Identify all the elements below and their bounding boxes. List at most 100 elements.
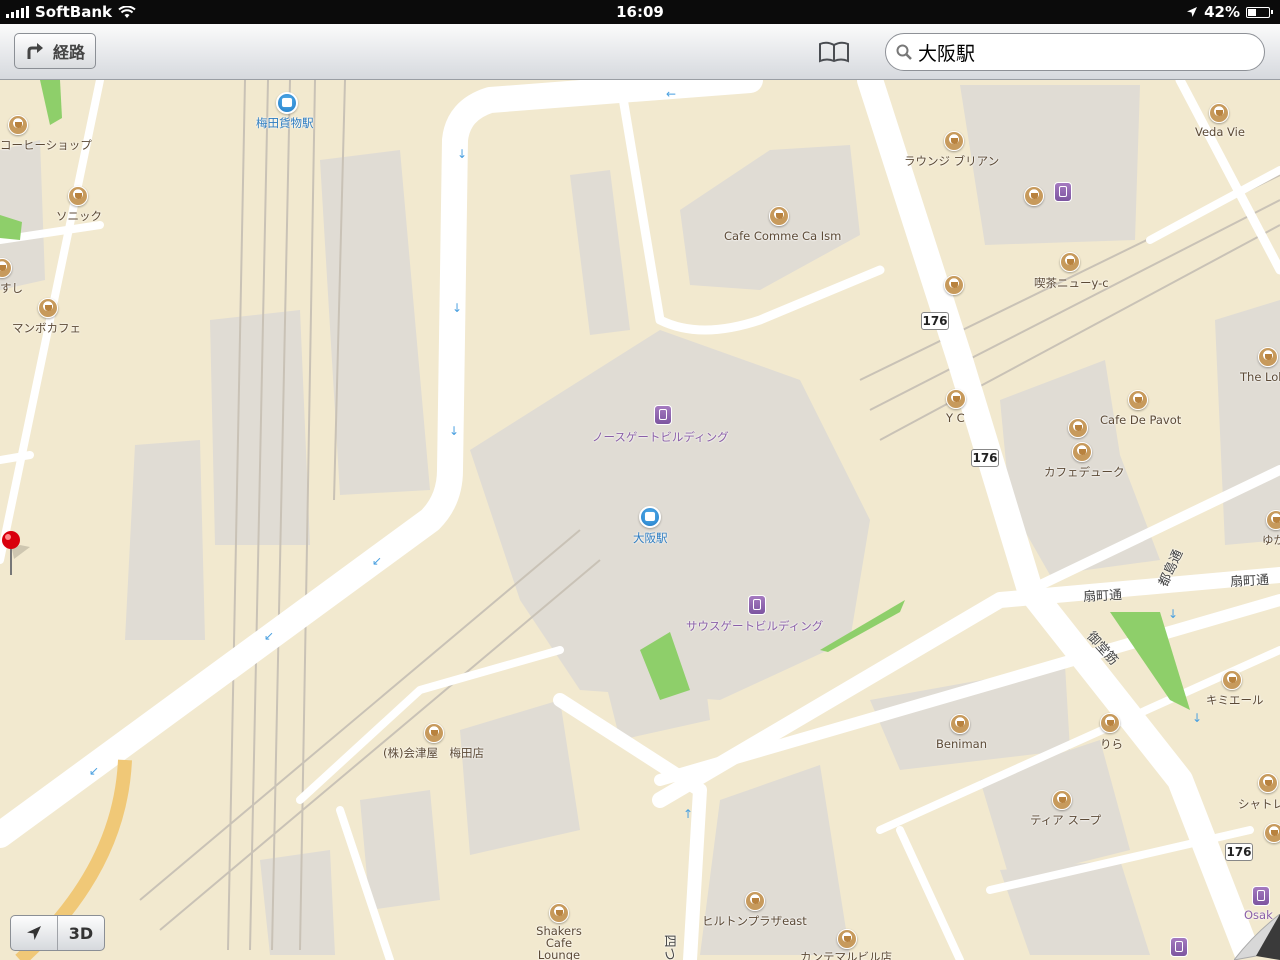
poi-label: キミエール [1206, 693, 1264, 707]
map-controls: 3D [10, 915, 105, 951]
wifi-icon [118, 5, 136, 18]
search-input[interactable]: 大阪駅 [885, 33, 1265, 71]
street-label: 扇町通 [1229, 572, 1270, 591]
cafe-icon[interactable] [1258, 347, 1278, 367]
directions-label: 経路 [52, 43, 85, 62]
svg-text:←: ← [666, 87, 676, 101]
route-shield: 176 [1225, 843, 1253, 861]
directions-button[interactable]: 経路 [14, 33, 96, 69]
location-pin[interactable] [0, 529, 30, 579]
search-value: 大阪駅 [918, 42, 976, 65]
svg-text:↙: ↙ [264, 629, 274, 643]
poi-label: ラウンジ ブリアン [904, 154, 1000, 168]
signal-icon [6, 6, 29, 18]
cafe-icon[interactable] [68, 186, 88, 206]
route-shield: 176 [971, 449, 999, 467]
cafe-icon[interactable] [1024, 186, 1044, 206]
route-shield: 176 [921, 312, 949, 330]
poi-label: ティア スープ [1030, 813, 1102, 827]
poi-label: 喫茶ニューy-c [1034, 276, 1109, 290]
cafe-icon[interactable] [944, 275, 964, 295]
locate-button[interactable] [11, 916, 58, 950]
station-icon[interactable] [639, 506, 661, 528]
3d-button[interactable]: 3D [58, 916, 104, 950]
poi-label: The Lob [1240, 370, 1280, 384]
carrier-group: SoftBank [6, 3, 136, 21]
train-icon[interactable] [748, 595, 766, 615]
svg-text:↙: ↙ [372, 554, 382, 568]
cafe-icon[interactable] [549, 903, 569, 923]
station-icon[interactable] [276, 92, 298, 114]
svg-text:↓: ↓ [449, 424, 459, 438]
toolbar: 経路 大阪駅 [0, 24, 1280, 80]
cafe-icon[interactable] [1060, 252, 1080, 272]
poi-label: (株)会津屋 梅田店 [383, 746, 484, 760]
svg-text:↓: ↓ [1168, 607, 1178, 621]
station-label: 大阪駅 [633, 531, 668, 545]
cafe-icon[interactable] [1128, 390, 1148, 410]
poi-label: りら [1100, 737, 1123, 751]
carrier-name: SoftBank [35, 3, 113, 21]
bookmarks-button[interactable] [812, 36, 856, 68]
train-icon[interactable] [1252, 886, 1270, 906]
train-icon[interactable] [654, 405, 672, 425]
poi-label: Y C [946, 411, 965, 425]
poi-label: シャトレ [1238, 797, 1280, 811]
poi-label: カンテマルビル店 [800, 950, 892, 960]
cafe-icon[interactable] [1052, 790, 1072, 810]
book-icon [819, 41, 849, 63]
poi-label: ソニック [56, 209, 102, 223]
train-icon[interactable] [1170, 937, 1188, 957]
street-label: 扇町通 [1082, 587, 1123, 606]
cafe-icon[interactable] [946, 389, 966, 409]
street-label: 四つ [661, 934, 677, 960]
page-curl-button[interactable] [1234, 914, 1280, 960]
poi-label: 梅田貨物駅 [256, 116, 314, 130]
cafe-icon[interactable] [1264, 823, 1280, 843]
cafe-icon[interactable] [38, 298, 58, 318]
status-bar: SoftBank 16:09 42% [0, 0, 1280, 24]
map-view[interactable]: ← ↓ ↓ ↓ ↙ ↙ ↙ ↑ ↓ ↓ 梅田貨物駅 コーヒーショップ ソニック … [0, 80, 1280, 960]
cafe-icon[interactable] [1258, 773, 1278, 793]
cafe-icon[interactable] [1100, 713, 1120, 733]
svg-text:↓: ↓ [452, 301, 462, 315]
building-label: サウスゲートビルディング [686, 619, 824, 633]
svg-text:↑: ↑ [683, 807, 693, 821]
cafe-icon[interactable] [950, 714, 970, 734]
svg-text:↓: ↓ [457, 147, 467, 161]
cafe-icon[interactable] [745, 891, 765, 911]
battery-icon [1246, 6, 1273, 18]
poi-label: ヒルトンプラザeast [702, 914, 807, 928]
poi-label: Veda Vie [1195, 125, 1245, 139]
cafe-icon[interactable] [424, 723, 444, 743]
status-right: 42% [1186, 3, 1273, 21]
poi-label: ゆか [1262, 533, 1280, 547]
cafe-icon[interactable] [1222, 670, 1242, 690]
cafe-icon[interactable] [1266, 510, 1280, 530]
cafe-icon[interactable] [944, 131, 964, 151]
poi-label: Cafe De Pavot [1100, 413, 1182, 427]
cafe-icon[interactable] [837, 929, 857, 949]
battery-percent: 42% [1204, 3, 1240, 21]
cafe-icon[interactable] [1068, 418, 1088, 438]
turn-arrow-icon [27, 43, 43, 59]
search-icon [896, 44, 912, 60]
poi-label: カフェデューク [1044, 465, 1125, 479]
cafe-icon[interactable] [1072, 442, 1092, 462]
building-label: ノースゲートビルディング [592, 430, 729, 444]
cafe-icon[interactable] [1209, 103, 1229, 123]
svg-text:↙: ↙ [89, 764, 99, 778]
location-arrow-icon [27, 926, 41, 940]
svg-text:↓: ↓ [1192, 711, 1202, 725]
cafe-icon[interactable] [8, 115, 28, 135]
cafe-icon[interactable] [769, 206, 789, 226]
poi-label: すし [0, 281, 23, 295]
poi-label: Beniman [936, 737, 987, 751]
poi-label: Shakers Cafe Lounge [536, 924, 582, 960]
clock: 16:09 [616, 3, 664, 21]
poi-label: Cafe Comme Ca Ism [724, 229, 842, 243]
poi-label: コーヒーショップ [0, 138, 92, 152]
train-icon[interactable] [1054, 182, 1072, 202]
location-arrow-icon [1187, 7, 1198, 17]
poi-label: マンボカフェ [12, 321, 81, 335]
